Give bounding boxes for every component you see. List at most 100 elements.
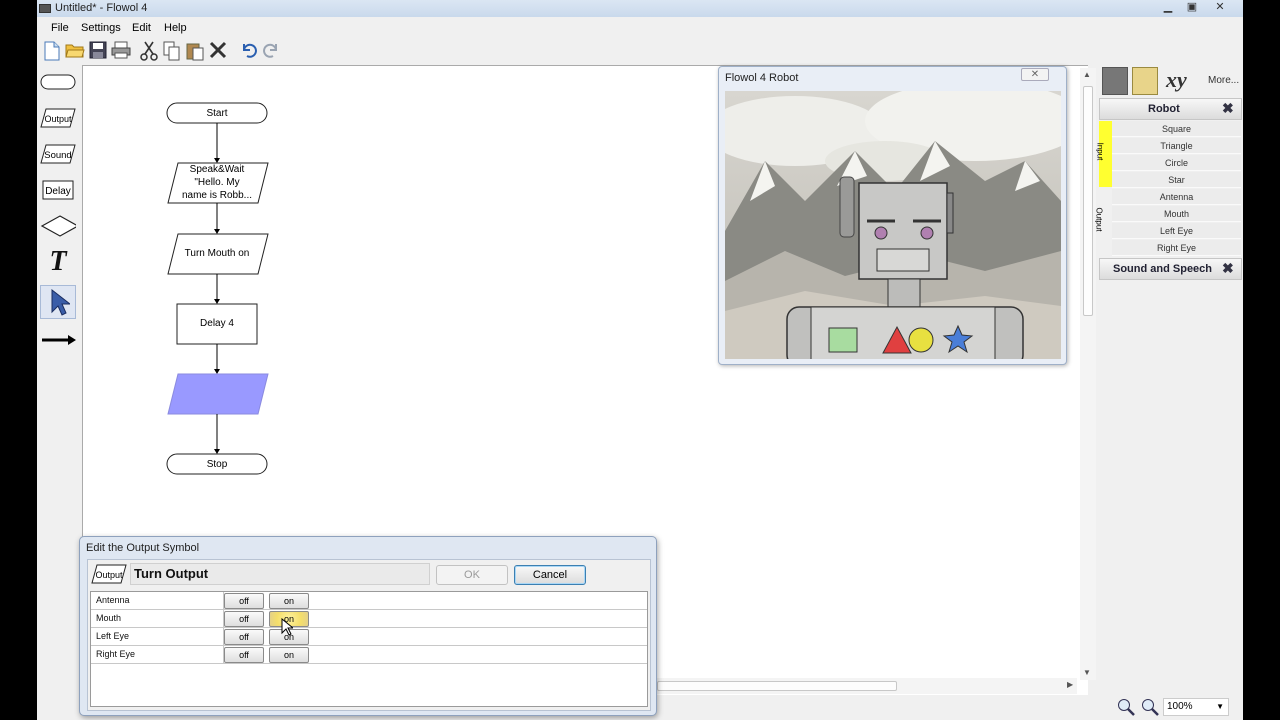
vertical-scrollbar[interactable]: ▲ ▼: [1080, 68, 1096, 680]
flowol-app-window: Untitled* - Flowol 4 ▁ ▣ ✕ File Settings…: [37, 0, 1243, 720]
input-tab[interactable]: Input: [1095, 121, 1112, 187]
delay-label: Delay 4: [200, 318, 234, 329]
menu-help[interactable]: Help: [164, 22, 187, 34]
copy-icon[interactable]: [161, 41, 183, 63]
more-link[interactable]: More...: [1208, 75, 1239, 86]
table-row: Antenna off on: [91, 592, 647, 610]
menu-edit[interactable]: Edit: [132, 22, 151, 34]
output-badge-label: Output: [95, 570, 123, 580]
scroll-right-icon[interactable]: ▶: [1067, 680, 1073, 689]
flowchart-diagram: [166, 102, 269, 475]
table-row: Mouth off on: [91, 610, 647, 628]
paste-icon[interactable]: [184, 41, 206, 63]
edit-output-dialog: Edit the Output Symbol Output Turn Outpu…: [79, 536, 657, 716]
robot-header-close-icon[interactable]: ✖: [1222, 100, 1234, 117]
text-tool[interactable]: T: [40, 246, 76, 277]
right-eye-off-button[interactable]: off: [224, 647, 264, 663]
output-symbol-badge: Output: [91, 564, 127, 584]
lock-category-icon[interactable]: [1132, 67, 1158, 95]
xy-category-icon[interactable]: xy: [1166, 67, 1187, 93]
robot-category-icon[interactable]: [1102, 67, 1128, 95]
menu-file[interactable]: File: [51, 22, 69, 34]
delay-tool[interactable]: Delay: [40, 175, 76, 205]
dialog-title: Edit the Output Symbol: [86, 542, 200, 554]
row-label-right-eye: Right Eye: [96, 649, 136, 659]
robot-window-title: Flowol 4 Robot: [725, 72, 799, 84]
output-table: Antenna off on Mouth off on Left Eye off…: [90, 591, 648, 707]
open-folder-icon[interactable]: [64, 41, 86, 63]
output-item-right-eye[interactable]: Right Eye: [1112, 240, 1241, 256]
horizontal-scrollbar[interactable]: ▶: [657, 678, 1077, 694]
text-tool-label: T: [49, 246, 67, 277]
robot-header-label: Robot: [1148, 103, 1180, 115]
cut-icon[interactable]: [138, 41, 160, 63]
sound-speech-close-icon[interactable]: ✖: [1222, 260, 1234, 277]
mouse-cursor-icon: [281, 617, 295, 641]
robot-header[interactable]: Robot ✖: [1099, 98, 1242, 120]
toolbar: [37, 39, 297, 65]
undo-icon[interactable]: [237, 41, 259, 63]
horizontal-scroll-thumb[interactable]: [657, 681, 897, 691]
sound-speech-label: Sound and Speech: [1113, 263, 1213, 275]
output-item-left-eye[interactable]: Left Eye: [1112, 223, 1241, 239]
selected-output-symbol[interactable]: [167, 373, 269, 415]
stop-label: Stop: [206, 459, 228, 470]
input-item-triangle[interactable]: Triangle: [1112, 138, 1241, 154]
table-row: Right Eye off on: [91, 646, 647, 664]
save-icon[interactable]: [87, 41, 109, 63]
input-tab-label: Input: [1095, 142, 1105, 161]
input-item-circle[interactable]: Circle: [1112, 155, 1241, 171]
sound-tool[interactable]: Sound: [40, 139, 76, 169]
zoom-value: 100%: [1167, 701, 1193, 712]
output-tab-label: Output: [1094, 207, 1104, 232]
mouth-off-button[interactable]: off: [224, 611, 264, 627]
terminator-tool[interactable]: [40, 67, 76, 97]
close-button[interactable]: ✕: [1209, 0, 1231, 15]
start-label: Start: [206, 108, 228, 119]
redo-icon[interactable]: [261, 41, 283, 63]
row-label-mouth: Mouth: [96, 613, 122, 623]
speak-label-3: name is Robb...: [181, 190, 253, 201]
output-name-field[interactable]: Turn Output: [130, 563, 430, 585]
sound-speech-header[interactable]: Sound and Speech ✖: [1099, 258, 1242, 280]
ok-button[interactable]: OK: [436, 565, 508, 585]
robot-window[interactable]: Flowol 4 Robot ✕: [718, 66, 1067, 365]
scroll-down-icon[interactable]: ▼: [1083, 668, 1091, 677]
cancel-button[interactable]: Cancel: [514, 565, 586, 585]
new-file-icon[interactable]: [41, 41, 63, 63]
print-icon[interactable]: [110, 41, 132, 63]
antenna-off-button[interactable]: off: [224, 593, 264, 609]
input-item-square[interactable]: Square: [1112, 121, 1241, 137]
chevron-down-icon: ▼: [1216, 702, 1224, 711]
window-title: Untitled* - Flowol 4: [55, 2, 148, 14]
zoom-in-icon[interactable]: [1117, 698, 1135, 720]
table-row: Left Eye off on: [91, 628, 647, 646]
decision-tool[interactable]: [40, 211, 76, 241]
minimize-button[interactable]: ▁: [1157, 0, 1179, 15]
robot-window-close-button[interactable]: ✕: [1021, 68, 1049, 81]
left-eye-off-button[interactable]: off: [224, 629, 264, 645]
symbol-palette: Output Sound Delay T: [37, 65, 81, 720]
maximize-button[interactable]: ▣: [1181, 0, 1203, 15]
delay-tool-label: Delay: [45, 186, 71, 197]
antenna-on-button[interactable]: on: [269, 593, 309, 609]
output-tool[interactable]: Output: [40, 103, 76, 133]
scroll-up-icon[interactable]: ▲: [1083, 70, 1091, 79]
delete-icon[interactable]: [207, 41, 229, 63]
input-item-star[interactable]: Star: [1112, 172, 1241, 188]
pointer-tool[interactable]: [40, 285, 76, 319]
zoom-out-icon[interactable]: [1141, 698, 1159, 720]
dialog-body: Output Turn Output OK Cancel Antenna off…: [87, 559, 651, 711]
turn-mouth-label: Turn Mouth on: [184, 248, 250, 259]
vertical-scroll-thumb[interactable]: [1083, 86, 1093, 316]
robot-scene: [725, 91, 1061, 359]
speak-label-2: "Hello. My: [194, 177, 240, 188]
right-eye-on-button[interactable]: on: [269, 647, 309, 663]
output-item-antenna[interactable]: Antenna: [1112, 189, 1241, 205]
menu-settings[interactable]: Settings: [81, 22, 121, 34]
output-item-mouth[interactable]: Mouth: [1112, 206, 1241, 222]
output-tool-label: Output: [44, 114, 72, 124]
zoom-select[interactable]: 100% ▼: [1163, 698, 1229, 716]
arrow-tool[interactable]: [40, 325, 76, 355]
output-tab[interactable]: Output: [1095, 187, 1112, 255]
